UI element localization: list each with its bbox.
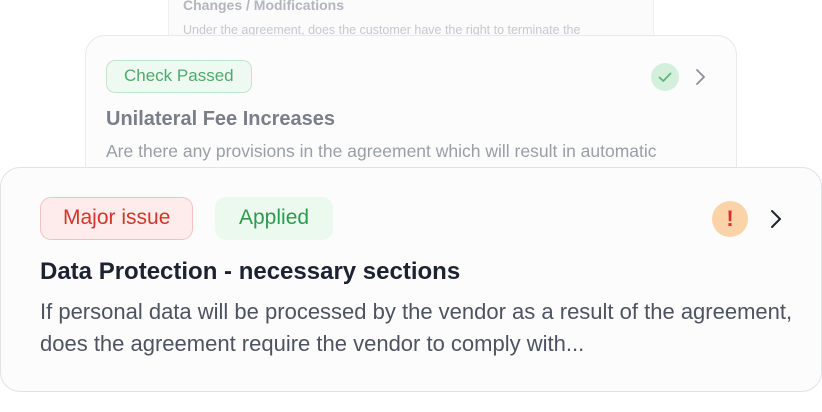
card-description: If personal data will be processed by th… bbox=[40, 299, 793, 356]
card-title: Changes / Modifications bbox=[183, 0, 345, 13]
chevron-right-icon[interactable] bbox=[769, 208, 783, 235]
major-issue-badge: Major issue bbox=[40, 197, 194, 240]
card-title: Data Protection - necessary sections bbox=[40, 258, 461, 285]
applied-badge: Applied bbox=[215, 197, 334, 240]
check-icon bbox=[651, 63, 679, 91]
issue-card-data-protection[interactable]: Major issue Applied ! Data Protection - … bbox=[0, 167, 822, 392]
card-title: Unilateral Fee Increases bbox=[106, 108, 336, 130]
issue-card-stack: Changes / Modifications Under the agreem… bbox=[0, 0, 822, 412]
card-description: Are there any provisions in the agreemen… bbox=[106, 141, 657, 161]
exclamation-icon: ! bbox=[712, 201, 748, 237]
chevron-right-icon[interactable] bbox=[694, 67, 706, 92]
check-passed-badge: Check Passed bbox=[106, 60, 252, 93]
